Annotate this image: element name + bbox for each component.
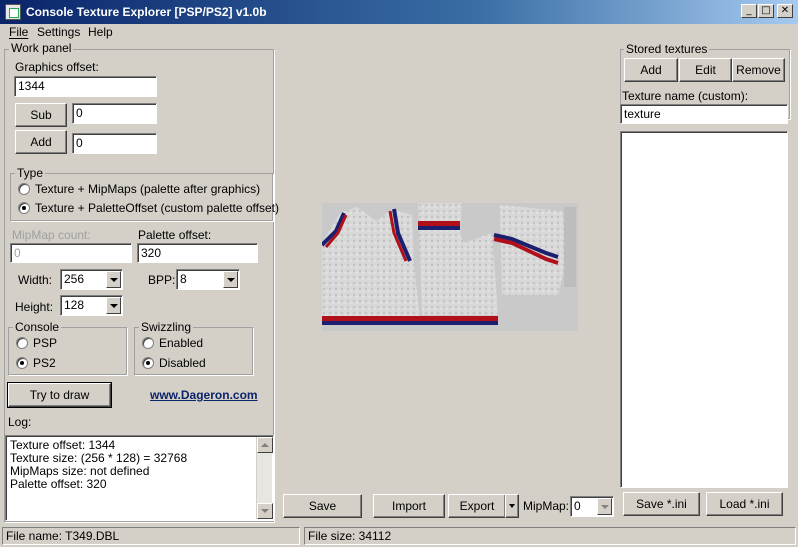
stored-edit-button[interactable]: Edit [679,58,732,82]
menu-settings[interactable]: Settings [37,25,80,39]
status-file-size: File size: 34112 [304,527,796,545]
width-label: Width: [18,273,53,287]
type-radio-mipmaps[interactable] [18,183,30,195]
type-option-palette-offset[interactable]: Texture + PaletteOffset (custom palette … [35,201,279,215]
swizzling-option-enabled[interactable]: Enabled [159,336,203,350]
palette-offset-input[interactable]: 320 [137,243,258,263]
texture-name-label: Texture name (custom): [622,89,749,103]
console-radio-psp[interactable] [16,337,28,349]
work-panel-title: Work panel [9,41,74,55]
minimize-icon[interactable]: _ [741,4,757,18]
swizzling-option-disabled[interactable]: Disabled [159,356,206,370]
window-title: Console Texture Explorer [PSP/PS2] v1.0b [26,5,267,19]
mipmap-value: 0 [574,499,581,513]
load-ini-button[interactable]: Load *.ini [706,492,783,516]
log-line: Palette offset: 320 [10,477,107,491]
title-bar[interactable]: Console Texture Explorer [PSP/PS2] v1.0b… [0,0,798,24]
swizzling-radio-disabled[interactable] [142,357,154,369]
type-radio-palette-offset[interactable] [18,202,30,214]
chevron-down-icon[interactable] [106,271,121,288]
menu-help[interactable]: Help [88,25,113,39]
bpp-value: 8 [180,272,187,286]
scroll-down-icon[interactable] [257,503,273,519]
console-radio-ps2[interactable] [16,357,28,369]
texture-name-input[interactable]: texture [620,104,788,124]
height-select[interactable]: 128 [60,295,123,316]
stored-textures-list[interactable] [620,131,788,488]
log-content: Texture offset: 1344 Texture size: (256 … [10,439,187,491]
type-group-title: Type [15,166,46,180]
log-label: Log: [8,415,32,429]
mipmap-count-label: MipMap count: [12,228,91,242]
log-scrollbar[interactable] [256,437,273,519]
chevron-down-icon[interactable] [597,498,612,515]
mipmap-select[interactable]: 0 [570,496,614,517]
chevron-down-icon[interactable] [106,297,121,314]
type-option-mipmaps[interactable]: Texture + MipMaps (palette after graphic… [35,182,260,196]
console-option-ps2[interactable]: PS2 [33,356,56,370]
mipmap-count-input[interactable]: 0 [10,243,132,263]
swizzling-radio-enabled[interactable] [142,337,154,349]
width-select[interactable]: 256 [60,269,123,290]
palette-offset-label: Palette offset: [138,228,212,242]
stored-remove-button[interactable]: Remove [732,58,785,82]
menu-file[interactable]: File [9,25,28,39]
console-group [8,327,127,375]
graphics-offset-label: Graphics offset: [15,60,99,74]
status-bar: File name: T349.DBL File size: 34112 [0,525,798,547]
bpp-label: BPP: [148,273,176,287]
scroll-up-icon[interactable] [257,437,273,453]
sub-button[interactable]: Sub [15,103,67,127]
sub-value-input[interactable]: 0 [72,103,157,124]
add-button[interactable]: Add [15,130,67,154]
website-link[interactable]: www.Dageron.com [150,388,258,402]
graphics-offset-input[interactable]: 1344 [14,76,157,97]
try-to-draw-button[interactable]: Try to draw [7,382,112,408]
console-option-psp[interactable]: PSP [33,336,57,350]
status-file-name: File name: T349.DBL [2,527,300,545]
bpp-select[interactable]: 8 [176,269,240,290]
import-button[interactable]: Import [373,494,445,518]
swizzling-group-title: Swizzling [139,320,194,334]
console-group-title: Console [13,320,62,334]
stored-add-button[interactable]: Add [624,58,678,82]
save-button[interactable]: Save [283,494,362,518]
height-value: 128 [64,298,85,312]
stored-textures-title: Stored textures [624,42,710,56]
log-textarea[interactable]: Texture offset: 1344 Texture size: (256 … [5,435,274,521]
texture-preview [320,203,578,331]
mipmap-label: MipMap: [523,499,570,513]
maximize-icon[interactable]: □ [758,4,774,18]
menu-bar: File Settings Help [0,24,798,42]
height-label: Height: [15,300,54,314]
save-ini-button[interactable]: Save *.ini [623,492,700,516]
width-value: 256 [64,272,85,286]
export-button[interactable]: Export [448,494,506,518]
chevron-down-icon[interactable] [223,271,238,288]
export-dropdown-button[interactable] [505,494,519,518]
close-icon[interactable]: ✕ [777,4,793,18]
texture-image [320,203,578,331]
chevron-down-icon [509,504,515,508]
app-icon[interactable] [5,4,21,20]
add-value-input[interactable]: 0 [72,133,157,154]
